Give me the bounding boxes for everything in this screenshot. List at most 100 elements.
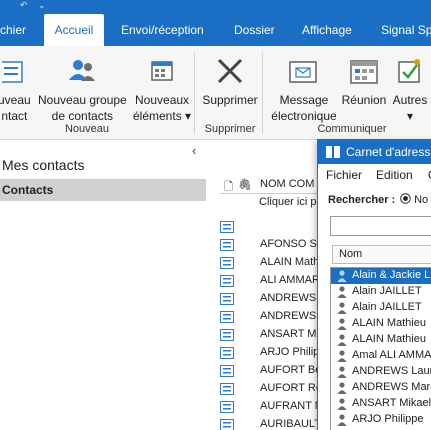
table-row[interactable]: AUFRANT M (220, 398, 330, 416)
delete-button[interactable]: Supprimer (201, 52, 259, 108)
table-row[interactable]: AURIBAULT (220, 416, 330, 430)
list-item[interactable]: Alain JAILLET (331, 300, 431, 316)
tab-fichier[interactable]: chier (0, 14, 26, 46)
undo-icon[interactable]: ↶ (20, 0, 28, 10)
radio-selected-icon (400, 193, 411, 204)
delete-label: Supprimer (202, 93, 258, 107)
list-item[interactable]: ANDREWS Laur (331, 364, 431, 380)
more-options-icon (398, 59, 420, 83)
new-contact-group-button[interactable]: Nouveau groupe de contacts (38, 52, 127, 124)
contact-card-icon (220, 257, 234, 272)
more-label-2: ▾ (406, 109, 414, 123)
table-row[interactable]: ALAIN Math (220, 254, 330, 272)
delete-x-icon (217, 58, 243, 84)
table-row[interactable]: ALI AMMAR (220, 272, 330, 290)
folder-contacts[interactable]: Contacts (0, 179, 206, 201)
table-row[interactable]: ANDREWS L (220, 290, 330, 308)
collapse-pane-chevron-icon[interactable]: ‹ (192, 143, 196, 158)
table-row[interactable]: ANSART Mi (220, 326, 330, 344)
contact-name: ANDREWS L (260, 292, 318, 304)
list-item[interactable]: Amal ALI AMMA (331, 348, 431, 364)
person-icon (337, 286, 347, 301)
search-label: Rechercher : (328, 194, 396, 206)
list-item[interactable]: ANSART Mikael (331, 396, 431, 412)
my-contacts-heading[interactable]: Mes contacts (2, 157, 84, 173)
address-book-search-input[interactable] (330, 216, 431, 236)
group-label-nouveau: Nouveau (64, 123, 110, 135)
table-row[interactable]: ARJO Philip (220, 344, 330, 362)
contact-name: AFONSO S (260, 238, 317, 250)
person-icon (337, 334, 347, 349)
entry-name: Amal ALI AMMA (352, 349, 431, 361)
person-icon (337, 318, 347, 333)
contact-card-icon (220, 239, 234, 254)
list-item[interactable]: ANDREWS Marc (331, 380, 431, 396)
tab-accueil[interactable]: Accueil (44, 14, 104, 46)
more-button[interactable]: Autres ▾ (392, 52, 428, 124)
address-book-title: Carnet d'adresses (318, 140, 431, 164)
table-row[interactable]: AFONSO S (220, 236, 330, 254)
search-by-name-radio[interactable]: No (400, 193, 431, 206)
person-icon (337, 366, 347, 381)
table-row[interactable]: AUFORT Be (220, 362, 330, 380)
new-contact-label-1: uveau (0, 93, 31, 107)
email-icon (289, 61, 317, 83)
new-items-button[interactable]: Nouveaux éléments ▾ (133, 52, 191, 124)
list-item[interactable]: ALAIN Mathieu (331, 332, 431, 348)
item-type-column-icon[interactable]: 🗋 (224, 178, 233, 197)
contact-group-icon (69, 60, 96, 81)
group-label-communiquer: Communiquer (317, 123, 387, 135)
contact-name: AURIBAULT (260, 418, 318, 430)
email-label-1: Message (279, 93, 329, 107)
address-book-menu: Fichier Edition O (318, 165, 431, 185)
ribbon-tabs: chier Accueil Envoi/réception Dossier Af… (0, 14, 431, 46)
person-icon (337, 398, 347, 413)
meeting-label: Réunion (341, 93, 387, 107)
meeting-button[interactable]: Réunion (341, 52, 387, 108)
tab-dossier[interactable]: Dossier (234, 14, 275, 46)
contact-card-icon (220, 383, 234, 398)
contact-card-icon (220, 329, 234, 344)
tab-envoi-reception[interactable]: Envoi/réception (121, 14, 204, 46)
entry-name: Alain & Jackie L (352, 269, 431, 281)
menu-edition[interactable]: Edition (376, 168, 413, 182)
meeting-calendar-icon (350, 60, 378, 84)
new-contact-button[interactable]: uveau ntact (0, 52, 31, 124)
menu-fichier[interactable]: Fichier (326, 168, 362, 182)
email-button[interactable]: Message électronique (270, 52, 338, 124)
column-header-name[interactable]: NOM COM (260, 178, 314, 190)
new-items-label-2: éléments ▾ (133, 109, 192, 123)
list-item[interactable]: ALAIN Mathieu (331, 316, 431, 332)
list-item[interactable]: ARJO Philippe (331, 412, 431, 428)
column-header-nom[interactable]: Nom (332, 245, 431, 264)
person-icon (337, 302, 347, 317)
contact-name: ANDREWS (260, 310, 317, 322)
list-item[interactable]: Alain & Jackie L (331, 268, 431, 284)
contact-list-header: 🗋 🖇 NOM COM (220, 176, 330, 194)
entry-name: ANDREWS Laur (352, 365, 431, 377)
new-group-label-1: Nouveau groupe (38, 93, 127, 107)
new-contact-row[interactable]: Cliquer ici p (259, 196, 316, 208)
quick-access-chevron-icon[interactable]: ⌄ (38, 0, 46, 10)
address-book-icon (326, 146, 340, 158)
address-book-title-text: Carnet d'adresses (346, 145, 431, 159)
tab-affichage[interactable]: Affichage (302, 14, 352, 46)
person-icon (337, 382, 347, 397)
entry-name: Alain JAILLET (352, 301, 422, 313)
table-row[interactable] (220, 218, 330, 236)
contact-card-icon (220, 221, 234, 236)
contact-name: ALI AMMAR (260, 274, 318, 286)
attachment-column-icon[interactable]: 🖇 (238, 178, 252, 191)
contact-card-icon (220, 365, 234, 380)
list-item[interactable]: Alain JAILLET (331, 284, 431, 300)
contact-card-icon (220, 401, 234, 416)
email-label-2: électronique (271, 109, 337, 123)
entry-name: ARJO Philippe (352, 413, 424, 425)
person-icon (337, 270, 347, 285)
table-row[interactable]: AUFORT Re (220, 380, 330, 398)
tab-signal-spam[interactable]: Signal Spa (381, 14, 431, 46)
address-book-list[interactable]: Alain & Jackie L Alain JAILLET Alain JAILL… (330, 267, 431, 430)
contact-name: AUFORT Be (260, 364, 318, 376)
ribbon-separator (194, 52, 195, 134)
table-row[interactable]: ANDREWS (220, 308, 330, 326)
